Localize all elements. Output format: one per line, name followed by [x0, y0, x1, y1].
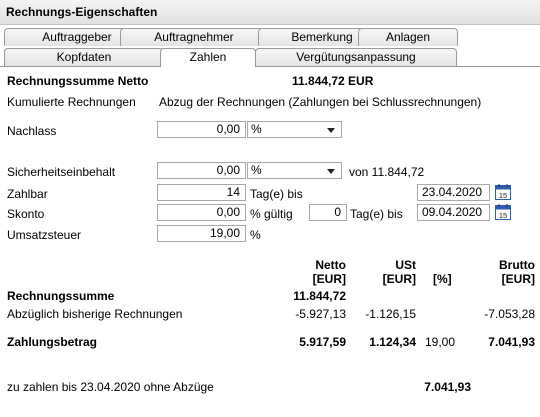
skonto-input[interactable]: 0,00: [157, 204, 246, 221]
header-percent: [%]: [433, 272, 452, 286]
header-netto: Netto: [315, 258, 346, 272]
sicherheitseinbehalt-basis: von 11.844,72: [349, 165, 425, 179]
row-abzueglich-ust: -1.126,15: [365, 307, 416, 321]
footer-value: 7.041,93: [424, 380, 471, 394]
chevron-down-icon: [327, 169, 335, 174]
skonto-date-input[interactable]: 09.04.2020: [417, 204, 490, 221]
skonto-suffix: % gültig: [250, 207, 293, 221]
header-ust: USt: [395, 258, 416, 272]
umsatzsteuer-input[interactable]: 19,00: [157, 225, 246, 242]
tab-divider: [0, 66, 540, 67]
umsatzsteuer-unit: %: [250, 228, 261, 242]
row-zahlungsbetrag-brutto: 7.041,93: [488, 335, 535, 349]
umsatzsteuer-label: Umsatzsteuer: [7, 228, 82, 242]
tab-anlagen[interactable]: Anlagen: [358, 28, 458, 46]
nachlass-input[interactable]: 0,00: [157, 121, 246, 138]
header-brutto-unit: [EUR]: [501, 272, 535, 286]
row-rechnungssumme-netto: 11.844,72: [293, 289, 346, 303]
rechnungssumme-netto-label: Rechnungssumme Netto: [7, 74, 149, 88]
chevron-down-icon: [327, 128, 335, 133]
sicherheitseinbehalt-input[interactable]: 0,00: [157, 162, 246, 179]
zahlbar-calendar-button[interactable]: 15: [495, 184, 511, 203]
row-zahlungsbetrag-percent: 19,00: [425, 335, 456, 349]
header-netto-unit: [EUR]: [312, 272, 346, 286]
zahlbar-days-input[interactable]: 14: [157, 184, 246, 201]
tab-auftragnehmer[interactable]: Auftragnehmer: [120, 28, 268, 46]
nachlass-label: Nachlass: [7, 124, 57, 138]
row-abzueglich-label: Abzüglich bisherige Rechnungen: [7, 307, 183, 321]
sicherheitseinbehalt-unit-select[interactable]: %: [247, 162, 342, 179]
skonto-label: Skonto: [7, 207, 45, 221]
skonto-calendar-button[interactable]: 15: [495, 204, 511, 223]
sicherheitseinbehalt-unit-value: %: [251, 163, 262, 177]
skonto-days-input[interactable]: 0: [309, 204, 347, 221]
window-title-bar: Rechnungs-Eigenschaften: [0, 0, 540, 25]
row-zahlungsbetrag-label: Zahlungsbetrag: [7, 335, 98, 349]
calendar-icon: 15: [495, 184, 511, 200]
tab-zahlen[interactable]: Zahlen: [160, 48, 256, 67]
kumulierte-rechnungen-label: Kumulierte Rechnungen: [7, 95, 136, 109]
row-zahlungsbetrag-ust: 1.124,34: [369, 335, 416, 349]
calendar-icon: 15: [495, 204, 511, 220]
nachlass-unit-value: %: [251, 122, 262, 136]
kumulierte-rechnungen-value: Abzug der Rechnungen (Zahlungen bei Schl…: [159, 95, 482, 109]
zahlbar-label: Zahlbar: [7, 187, 48, 201]
window-title: Rechnungs-Eigenschaften: [6, 5, 158, 19]
row-abzueglich-brutto: -7.053,28: [484, 307, 535, 321]
tab-verguetungsanpassung[interactable]: Vergütungsanpassung: [255, 48, 457, 66]
rechnungssumme-netto-value: 11.844,72 EUR: [292, 74, 374, 88]
row-zahlungsbetrag-netto: 5.917,59: [299, 335, 346, 349]
skonto-days-suffix: Tag(e) bis: [350, 207, 403, 221]
footer-label: zu zahlen bis 23.04.2020 ohne Abzüge: [7, 380, 214, 394]
calendar-day-text: 15: [499, 191, 507, 200]
sicherheitseinbehalt-label: Sicherheitseinbehalt: [7, 165, 116, 179]
zahlbar-date-input[interactable]: 23.04.2020: [417, 184, 490, 201]
row-rechnungssumme-label: Rechnungssumme: [7, 289, 115, 303]
zahlbar-suffix: Tag(e) bis: [250, 187, 303, 201]
row-abzueglich-netto: -5.927,13: [295, 307, 346, 321]
nachlass-unit-select[interactable]: %: [247, 121, 342, 138]
tab-kopfdaten[interactable]: Kopfdaten: [4, 48, 164, 66]
calendar-day-text: 15: [499, 211, 507, 220]
header-ust-unit: [EUR]: [382, 272, 416, 286]
header-brutto: Brutto: [499, 258, 535, 272]
